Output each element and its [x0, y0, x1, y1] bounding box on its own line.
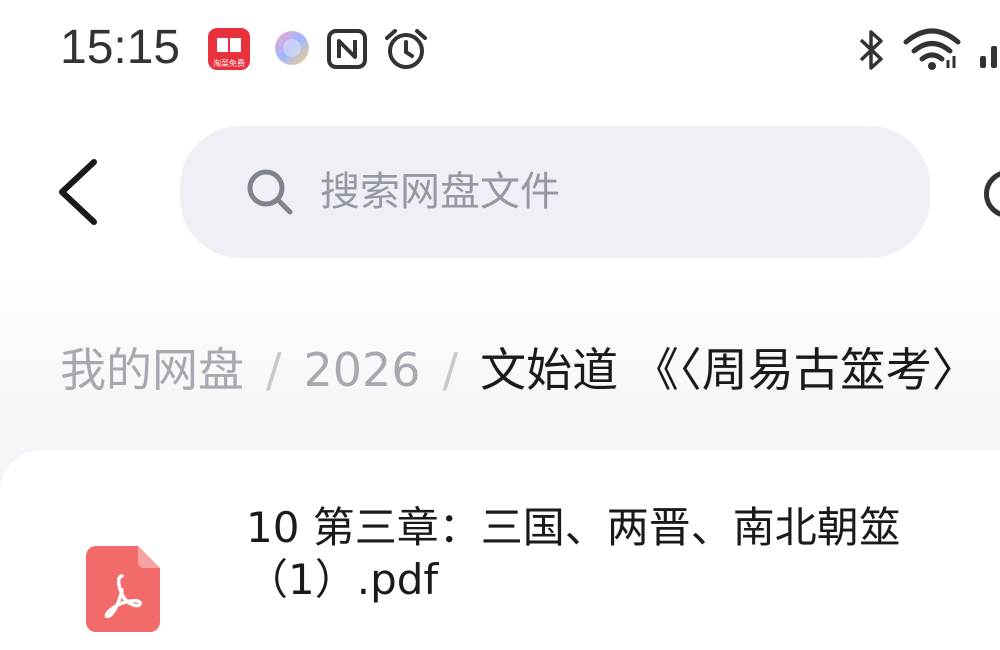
red-app-icon: 淘菜免费 [206, 26, 252, 76]
wifi-icon [902, 26, 962, 76]
breadcrumb-item-folder[interactable]: 2026 [304, 343, 421, 397]
back-button[interactable] [50, 150, 110, 240]
pdf-file-icon [86, 546, 160, 632]
file-name-extension: （1）.pdf [246, 555, 439, 604]
search-input[interactable]: 搜索网盘文件 [180, 126, 930, 258]
breadcrumb: 我的网盘 / 2026 / 文始道 《〈周易古筮考〉 [60, 340, 978, 400]
file-browser-screen: 15:15 淘菜免费 搜索网盘文件 我的网盘 / 2026 / 文始道 《〈周易… [0, 0, 1000, 650]
svg-text:淘菜免费: 淘菜免费 [213, 58, 245, 68]
breadcrumb-separator: / [442, 343, 459, 397]
breadcrumb-item-current: 文始道 《〈周易古筮考〉 [480, 343, 978, 397]
search-placeholder: 搜索网盘文件 [320, 169, 560, 215]
search-icon [244, 166, 296, 222]
nfc-icon [326, 28, 368, 74]
breadcrumb-item-my-drive[interactable]: 我的网盘 [60, 343, 244, 397]
file-list-item[interactable]: 10 第三章：三国、两晋、南北朝筮 （1）.pdf [0, 450, 1000, 650]
status-time: 15:15 [60, 21, 181, 74]
more-options-icon[interactable] [984, 170, 1000, 218]
chevron-left-icon [59, 159, 97, 225]
alarm-icon [382, 26, 430, 76]
file-name: 10 第三章：三国、两晋、南北朝筮 [246, 503, 901, 552]
ai-assistant-icon [272, 28, 312, 72]
bluetooth-icon [856, 28, 886, 76]
signal-icon [978, 40, 1000, 74]
breadcrumb-separator: / [266, 343, 282, 397]
